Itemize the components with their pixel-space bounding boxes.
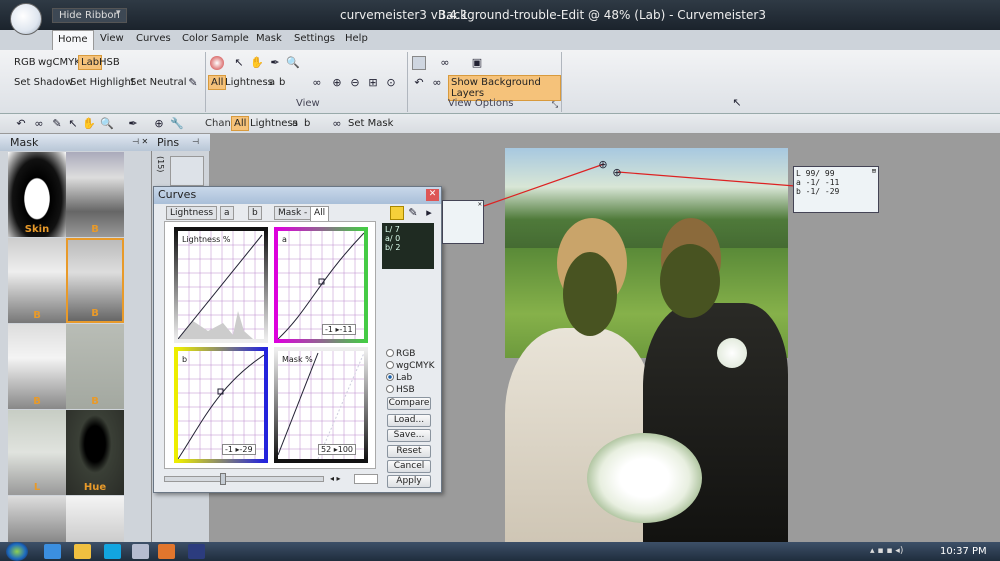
lightroom-icon[interactable] <box>132 544 149 559</box>
readout-row-a: a -1/ -11 <box>796 178 840 187</box>
tray-icons[interactable]: ▴ ▪ ▪ ◂) <box>870 546 903 556</box>
sample-point-icon[interactable]: ⊕ <box>610 166 624 180</box>
sample-point-icon[interactable]: ⊕ <box>596 158 610 172</box>
readout-row-l: L 99/ 99 <box>796 169 835 178</box>
start-button-icon[interactable] <box>6 542 28 561</box>
app-logo-icon[interactable] <box>10 3 42 35</box>
ie-icon[interactable] <box>44 544 61 559</box>
explorer-icon[interactable] <box>74 544 91 559</box>
clock[interactable]: 10:37 PM <box>940 546 987 557</box>
skype-icon[interactable] <box>104 544 121 559</box>
popup-menu-icon[interactable]: ⊞ <box>872 167 876 175</box>
firefox-icon[interactable] <box>158 544 175 559</box>
readout-row-b: b -1/ -29 <box>796 187 840 196</box>
photoshop-icon[interactable] <box>188 544 205 559</box>
sample-pointer-lines <box>483 163 796 207</box>
right-readout-popup: L 99/ 99 a -1/ -11 b -1/ -29 ⊞ <box>793 166 879 213</box>
taskbar: ▴ ▪ ▪ ◂) 10:37 PM <box>0 542 1000 561</box>
